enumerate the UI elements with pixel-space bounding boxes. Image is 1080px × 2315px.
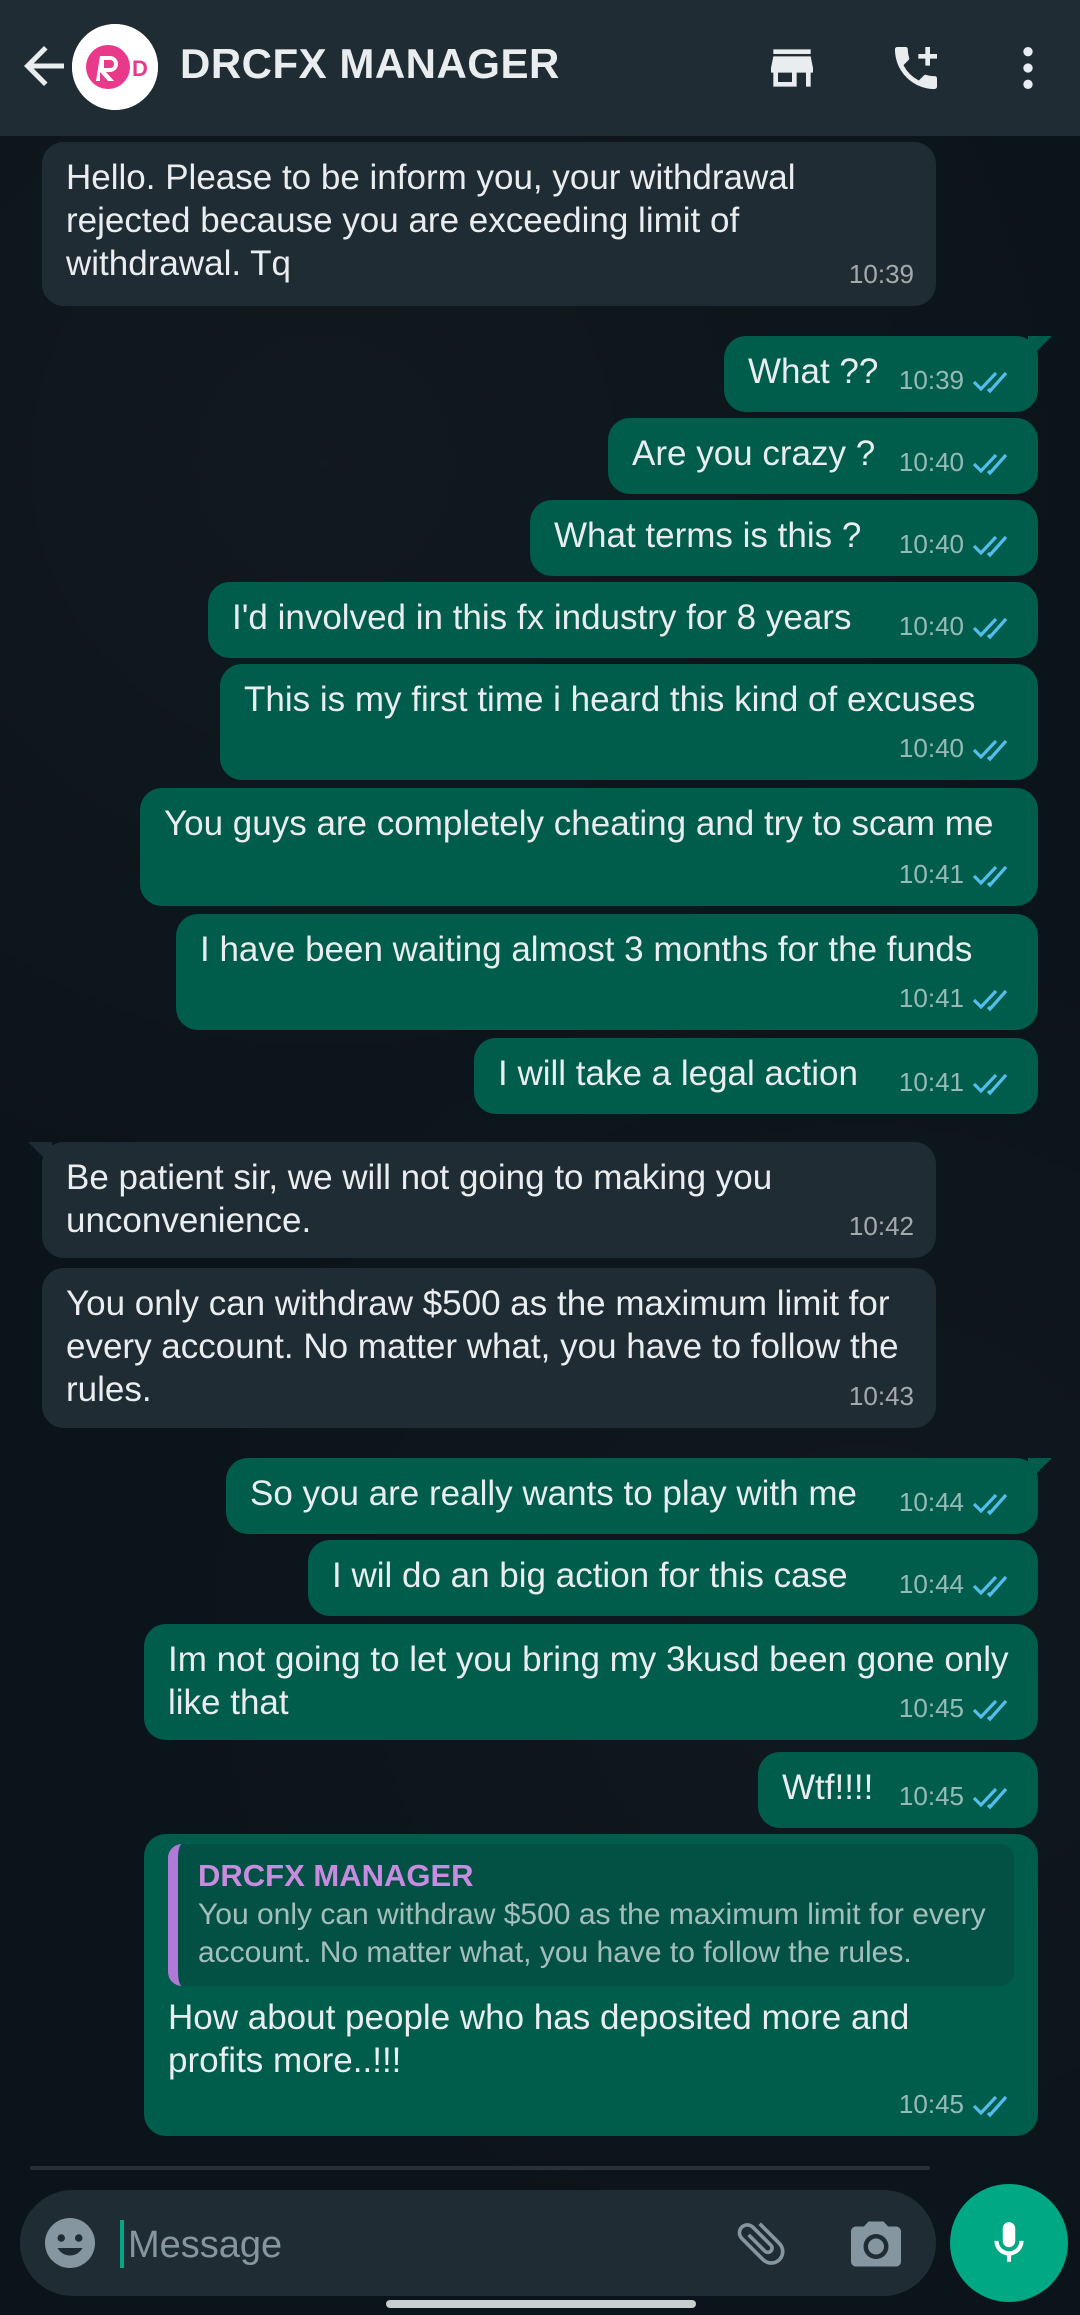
message-text: I'd involved in this fx industry for 8 y…: [232, 598, 852, 637]
message-time: 10:40: [898, 611, 964, 641]
add-call-icon[interactable]: [888, 40, 944, 96]
message-time: 10:45: [898, 1693, 964, 1723]
message-time: 10:41: [898, 1067, 964, 1097]
message-time: 10:43: [848, 1381, 914, 1411]
double-check-icon: [972, 453, 1008, 475]
message-time: 10:40: [898, 447, 964, 477]
message-outgoing[interactable]: Im not going to let you bring my 3kusd b…: [144, 1624, 1038, 1740]
svg-text:D: D: [132, 56, 148, 81]
message-outgoing[interactable]: What terms is this ? 10:40: [530, 500, 1038, 576]
message-text: Be patient sir, we will not going to mak…: [66, 1158, 773, 1240]
back-arrow-icon[interactable]: [14, 36, 74, 96]
message-text: You only can withdraw $500 as the maximu…: [66, 1284, 899, 1409]
chat-header: D DRCFX MANAGER: [0, 0, 1080, 136]
message-text: Hello. Please to be inform you, your wit…: [66, 158, 796, 283]
double-check-icon: [972, 989, 1008, 1011]
message-outgoing[interactable]: This is my first time i heard this kind …: [220, 664, 1038, 780]
message-incoming[interactable]: You only can withdraw $500 as the maximu…: [42, 1268, 936, 1428]
double-check-icon: [972, 739, 1008, 761]
message-outgoing[interactable]: What ?? 10:39: [724, 336, 1038, 412]
double-check-icon: [972, 2095, 1008, 2117]
emoji-icon[interactable]: [40, 2213, 100, 2273]
message-outgoing[interactable]: Wtf!!!! 10:45: [758, 1752, 1038, 1828]
message-outgoing[interactable]: I'd involved in this fx industry for 8 y…: [208, 582, 1038, 658]
shop-icon[interactable]: [764, 40, 820, 96]
message-list: Hello. Please to be inform you, your wit…: [0, 0, 1080, 2315]
quoted-author: DRCFX MANAGER: [198, 1858, 474, 1893]
message-text: You guys are completely cheating and try…: [164, 804, 994, 843]
double-check-icon: [972, 535, 1008, 557]
message-outgoing[interactable]: I have been waiting almost 3 months for …: [176, 914, 1038, 1030]
text-caret: [120, 2220, 124, 2268]
message-incoming[interactable]: Be patient sir, we will not going to mak…: [42, 1142, 936, 1258]
double-check-icon: [972, 371, 1008, 393]
double-check-icon: [972, 1699, 1008, 1721]
bubble-tail: [1028, 336, 1052, 360]
quoted-message[interactable]: DRCFX MANAGER You only can withdraw $500…: [168, 1844, 1014, 1986]
message-input[interactable]: [126, 2214, 710, 2276]
double-check-icon: [972, 1787, 1008, 1809]
message-outgoing-reply[interactable]: DRCFX MANAGER You only can withdraw $500…: [144, 1834, 1038, 2136]
message-outgoing[interactable]: I will take a legal action 10:41: [474, 1038, 1038, 1114]
quoted-text: You only can withdraw $500 as the maximu…: [198, 1898, 986, 1969]
message-outgoing[interactable]: Are you crazy ? 10:40: [608, 418, 1038, 494]
double-check-icon: [972, 865, 1008, 887]
double-check-icon: [972, 617, 1008, 639]
double-check-icon: [972, 1575, 1008, 1597]
message-composer: [20, 2190, 936, 2296]
contact-name[interactable]: DRCFX MANAGER: [180, 40, 560, 88]
double-check-icon: [972, 1073, 1008, 1095]
message-time: 10:40: [898, 733, 964, 763]
attach-icon[interactable]: [732, 2214, 790, 2272]
message-time: 10:44: [898, 1569, 964, 1599]
message-text: Im not going to let you bring my 3kusd b…: [168, 1640, 1009, 1722]
home-indicator[interactable]: [386, 2300, 696, 2308]
message-time: 10:42: [848, 1211, 914, 1241]
double-check-icon: [972, 1493, 1008, 1515]
message-outgoing[interactable]: You guys are completely cheating and try…: [140, 788, 1038, 906]
message-outgoing[interactable]: So you are really wants to play with me …: [226, 1458, 1038, 1534]
message-time: 10:45: [898, 2089, 964, 2119]
more-vert-icon[interactable]: [1000, 40, 1056, 96]
message-time: 10:45: [898, 1781, 964, 1811]
message-time: 10:41: [898, 859, 964, 889]
message-time: 10:39: [848, 259, 914, 289]
mic-icon: [994, 2222, 1024, 2262]
message-text: How about people who has deposited more …: [168, 1998, 910, 2080]
message-time: 10:40: [898, 529, 964, 559]
message-text: I have been waiting almost 3 months for …: [200, 930, 973, 969]
message-incoming[interactable]: Hello. Please to be inform you, your wit…: [42, 142, 936, 306]
message-time: 10:39: [898, 365, 964, 395]
brand-logo-icon: D: [72, 24, 158, 110]
message-time: 10:44: [898, 1487, 964, 1517]
camera-icon[interactable]: [846, 2214, 906, 2274]
message-time: 10:41: [898, 983, 964, 1013]
message-text: This is my first time i heard this kind …: [244, 680, 976, 719]
message-outgoing[interactable]: I wil do an big action for this case 10:…: [308, 1540, 1038, 1616]
mic-button[interactable]: [950, 2184, 1068, 2302]
contact-avatar[interactable]: D: [72, 24, 158, 110]
